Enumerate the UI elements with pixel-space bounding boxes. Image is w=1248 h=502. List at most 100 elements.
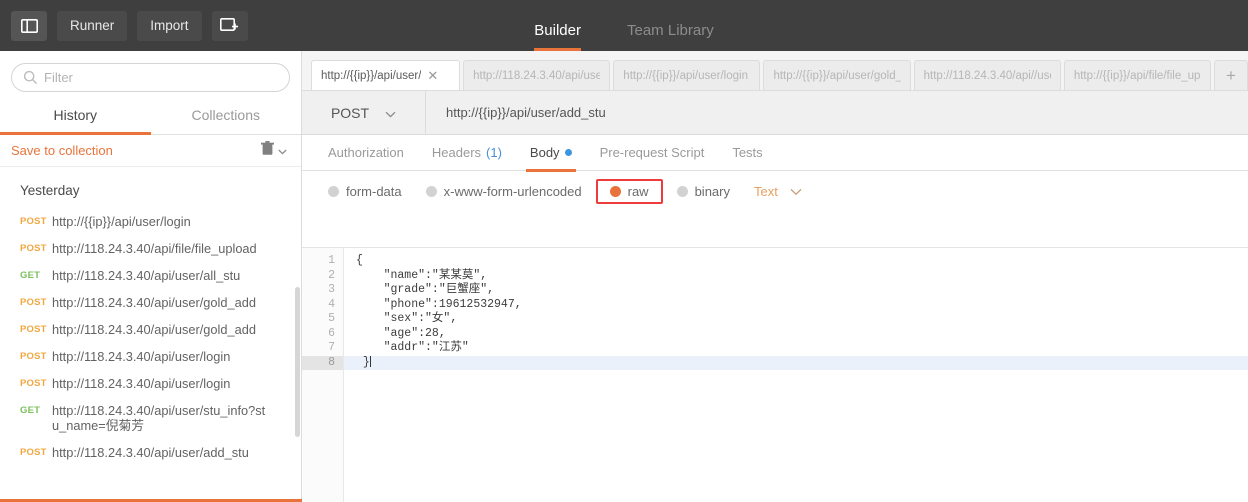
new-window-plus-icon[interactable] (211, 10, 248, 41)
radio-icon[interactable] (328, 185, 339, 197)
request-tab[interactable]: http://118.24.3.40/api/user/ (463, 60, 611, 90)
chevron-down-icon[interactable] (278, 142, 287, 160)
code-line: "addr":"江苏" (356, 341, 469, 354)
history-method: POST (20, 351, 47, 362)
text-caret (369, 355, 371, 367)
chevron-down-icon (790, 184, 802, 199)
history-url: http://118.24.3.40/api/user/login (52, 349, 231, 364)
list-item[interactable]: POST http://118.24.3.40/api/user/login (0, 343, 301, 370)
body-type-selector: form-data x-www-form-urlencoded raw bina… (302, 171, 1248, 211)
tab-body[interactable]: Body (516, 135, 586, 172)
history-url: http://118.24.3.40/api/user/login (52, 376, 231, 391)
body-modified-dot-icon (564, 149, 572, 156)
line-number: 2 (328, 268, 335, 282)
sidebar-tab-collections[interactable]: Collections (151, 102, 302, 134)
import-button[interactable]: Import (137, 10, 202, 41)
list-item[interactable]: POST http://118.24.3.40/api/user/gold_ad… (0, 316, 301, 343)
nav-builder[interactable]: Builder (534, 22, 581, 51)
history-url: http://118.24.3.40/api/file/file_upload (52, 241, 257, 256)
history-method: POST (20, 216, 47, 227)
tab-headers[interactable]: Headers (1) (418, 135, 516, 171)
body-type-urlencoded-label: x-www-form-urlencoded (443, 183, 582, 199)
body-format-selector[interactable]: Text (754, 184, 802, 199)
headers-count-badge: (1) (486, 145, 502, 160)
sidebar: History Collections Save to collection (0, 51, 302, 502)
chevron-down-glyph (385, 111, 396, 118)
http-method-selector[interactable]: POST (302, 91, 426, 134)
body-format-value: Text (754, 183, 778, 199)
history-method: POST (20, 324, 47, 335)
request-body-editor[interactable]: 1 2 3 4 5 6 7 8 { "name":"某某莫", "grade":… (302, 247, 1248, 502)
postman-app: Runner Import Builder Team Library Filte… (0, 0, 1248, 502)
list-item[interactable]: POST http://118.24.3.40/api/user/gold_ad… (0, 289, 301, 316)
code-line-active: } (344, 355, 1248, 370)
http-method-value: POST (330, 104, 370, 121)
history-method: POST (20, 447, 47, 458)
nav-team-library[interactable]: Team Library (627, 22, 714, 51)
chevron-down-icon (385, 105, 396, 121)
history-url: http://{{ip}}/api/user/login (52, 214, 191, 229)
list-item[interactable]: POST http://118.24.3.40/api/user/add_stu (0, 439, 301, 466)
line-number: 7 (328, 341, 335, 354)
history-method: POST (20, 243, 47, 254)
tab-tests-label: Tests (732, 145, 763, 160)
chevron-down-glyph (278, 149, 287, 155)
request-tab[interactable]: http://118.24.3.40/api//user/ (913, 60, 1061, 90)
body-type-form-data[interactable]: form-data (316, 184, 414, 199)
sidebar-panel-icon[interactable] (11, 10, 47, 41)
list-item[interactable]: GET http://118.24.3.40/api/user/stu_info… (0, 397, 301, 439)
history-method: POST (20, 378, 47, 389)
request-tab[interactable]: http://{{ip}}/api/user/login (613, 60, 761, 90)
close-icon[interactable]: ✕ (427, 69, 438, 82)
top-bar: Runner Import Builder Team Library (0, 0, 1248, 51)
line-number: 4 (328, 297, 335, 311)
sidebar-scrollbar[interactable] (295, 287, 300, 437)
filter-container (0, 51, 301, 102)
line-number: 8 (302, 355, 343, 370)
list-item[interactable]: POST http://118.24.3.40/api/file/file_up… (0, 235, 301, 262)
tab-authorization[interactable]: Authorization (314, 135, 418, 171)
body-type-raw-highlight: raw (595, 178, 663, 204)
body-type-raw-label: raw (627, 183, 649, 199)
request-tab[interactable]: http://{{ip}}/api/file/file_up (1063, 60, 1211, 90)
body-type-urlencoded[interactable]: x-www-form-urlencoded (414, 184, 594, 199)
request-tab[interactable]: http://{{ip}}/api/user/ ✕ (311, 60, 461, 90)
list-item[interactable]: GET http://118.24.3.40/api/user/all_stu (0, 262, 301, 289)
code-line: "name":"某某莫", (356, 268, 488, 282)
radio-icon[interactable] (609, 185, 621, 197)
request-tab-label: http://{{ip}}/api/file/file_up (1073, 69, 1201, 82)
code-line: "age":28, (356, 326, 446, 340)
chevron-down-glyph (790, 188, 802, 195)
tab-pre-request-script[interactable]: Pre-request Script (586, 135, 719, 171)
main-panel: http://{{ip}}/api/user/ ✕ http://118.24.… (302, 51, 1248, 502)
search-icon (23, 70, 38, 90)
search-box[interactable] (11, 63, 290, 92)
list-item[interactable]: POST http://{{ip}}/api/user/login (0, 208, 301, 235)
tab-authorization-label: Authorization (328, 145, 404, 160)
sidebar-panel-glyph (20, 18, 38, 33)
sidebar-tabs: History Collections (0, 102, 301, 135)
body-type-binary[interactable]: binary (665, 184, 742, 199)
radio-icon[interactable] (425, 185, 437, 197)
search-input[interactable] (44, 70, 289, 85)
runner-button[interactable]: Runner (57, 10, 128, 41)
body-type-raw[interactable]: raw (604, 184, 655, 199)
clear-history-control[interactable] (261, 140, 287, 161)
history-url: http://118.24.3.40/api/user/stu_info?stu… (52, 403, 266, 433)
save-to-collection-link[interactable]: Save to collection (11, 143, 113, 158)
new-request-tab-button[interactable]: + (1213, 60, 1248, 90)
sidebar-tab-history[interactable]: History (0, 102, 151, 135)
tab-pre-request-script-label: Pre-request Script (599, 145, 705, 160)
code-line: } (356, 355, 370, 369)
editor-gutter: 1 2 3 4 5 6 7 8 (302, 248, 344, 502)
tab-tests[interactable]: Tests (718, 135, 776, 171)
url-input[interactable]: http://{{ip}}/api/user/add_stu (426, 91, 1248, 134)
request-tab[interactable]: http://{{ip}}/api/user/gold_a (763, 60, 911, 90)
new-window-plus-glyph (220, 18, 239, 31)
request-tab-label: http://{{ip}}/api/user/gold_a (773, 69, 901, 82)
editor-code-area[interactable]: { "name":"某某莫", "grade":"巨蟹座", "phone":1… (344, 248, 1248, 502)
history-list[interactable]: Yesterday POST http://{{ip}}/api/user/lo… (0, 167, 301, 502)
trash-icon[interactable] (261, 140, 274, 161)
radio-icon[interactable] (676, 185, 688, 197)
list-item[interactable]: POST http://118.24.3.40/api/user/login (0, 370, 301, 397)
